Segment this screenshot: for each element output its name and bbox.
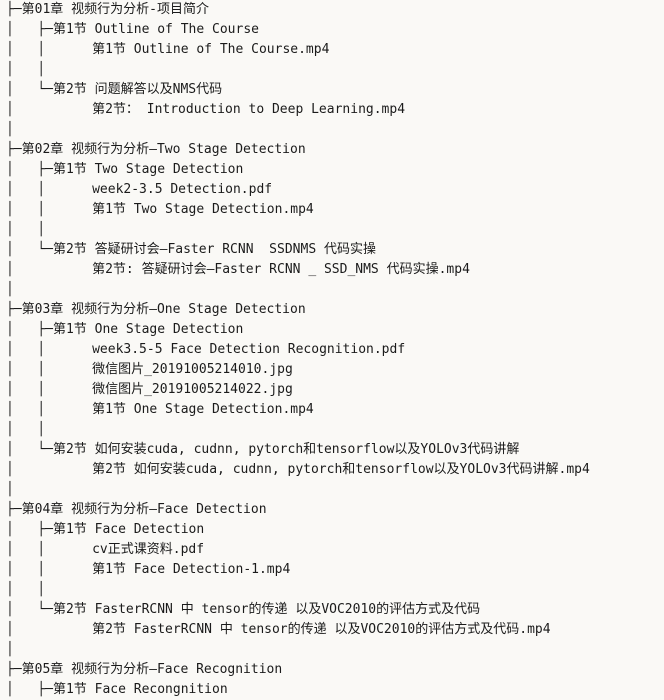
tree-line-file[interactable]: │ 第2节： Introduction to Deep Learning.mp4: [0, 100, 664, 120]
tree-line-section[interactable]: │ └─第2节 答疑研讨会—Faster RCNN SSDNMS 代码实操: [0, 240, 664, 260]
tree-line-file[interactable]: │ │ cv正式课资料.pdf: [0, 540, 664, 560]
tree-line-file[interactable]: │ 第2节: 答疑研讨会—Faster RCNN _ SSD_NMS 代码实操.…: [0, 260, 664, 280]
tree-line-chapter[interactable]: ├─第01章 视频行为分析-项目简介: [0, 0, 664, 20]
tree-line-file[interactable]: │ │ 第1节 Face Detection-1.mp4: [0, 560, 664, 580]
tree-line-file[interactable]: │ │ 第1节 One Stage Detection.mp4: [0, 400, 664, 420]
tree-line-spacer: │ │: [6, 62, 46, 77]
tree-line-chapter[interactable]: ├─第04章 视频行为分析—Face Detection: [0, 500, 664, 520]
tree-line-section[interactable]: │ ├─第1节 Face Detection: [0, 520, 664, 540]
directory-tree-listing: ├─第01章 视频行为分析-项目简介 │ ├─第1节 Outline of The…: [0, 0, 664, 697]
tree-line-spacer: │: [6, 642, 14, 657]
tree-line-chapter[interactable]: ├─第02章 视频行为分析—Two Stage Detection: [0, 140, 664, 160]
tree-line-section[interactable]: │ └─第2节 FasterRCNN 中 tensor的传递 以及VOC2010…: [0, 600, 664, 620]
tree-line-chapter[interactable]: ├─第03章 视频行为分析—One Stage Detection: [0, 300, 664, 320]
tree-line-chapter[interactable]: ├─第05章 视频行为分析—Face Recognition: [0, 660, 664, 680]
tree-line-file[interactable]: │ │ week3.5-5 Face Detection Recognition…: [0, 340, 664, 360]
tree-line-spacer: │ │: [6, 582, 46, 597]
tree-line-file[interactable]: │ │ 第1节 Two Stage Detection.mp4: [0, 200, 664, 220]
tree-line-file[interactable]: │ │ 微信图片_20191005214010.jpg: [0, 360, 664, 380]
tree-line-spacer: │: [6, 122, 14, 137]
tree-line-section[interactable]: │ ├─第1节 Two Stage Detection: [0, 160, 664, 180]
tree-line-file[interactable]: │ │ week2-3.5 Detection.pdf: [0, 180, 664, 200]
tree-line-spacer: │ │: [6, 422, 46, 437]
tree-line-file[interactable]: │ 第2节 如何安装cuda, cudnn, pytorch和tensorflo…: [0, 460, 664, 480]
tree-line-section[interactable]: │ └─第2节 问题解答以及NMS代码: [0, 80, 664, 100]
tree-line-spacer: │: [6, 282, 14, 297]
tree-line-section[interactable]: │ └─第2节 如何安装cuda, cudnn, pytorch和tensorf…: [0, 440, 664, 460]
tree-line-section[interactable]: │ ├─第1节 Outline of The Course: [0, 20, 664, 40]
tree-line-file[interactable]: │ │ 第1节 Outline of The Course.mp4: [0, 40, 664, 60]
tree-line-section[interactable]: │ ├─第1节 Face Recongnition: [0, 680, 664, 700]
tree-line-section[interactable]: │ ├─第1节 One Stage Detection: [0, 320, 664, 340]
tree-line-file[interactable]: │ │ 微信图片_20191005214022.jpg: [0, 380, 664, 400]
tree-line-file[interactable]: │ 第2节 FasterRCNN 中 tensor的传递 以及VOC2010的评…: [0, 620, 664, 640]
tree-line-spacer: │: [6, 482, 14, 497]
tree-line-spacer: │ │: [6, 222, 46, 237]
